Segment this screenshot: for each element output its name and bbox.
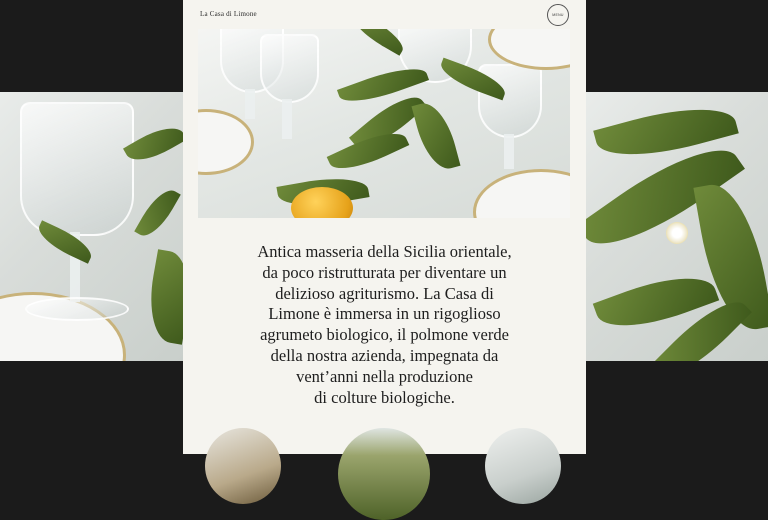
intro-line: Limone è immersa in un rigoglioso [268,304,501,324]
hero-image [198,29,570,218]
glass-stem [282,99,292,139]
site-header: La Casa di Limone MENU [183,0,586,29]
intro-line: Antica masseria della Sicilia orientale, [257,242,512,261]
intro-line: vent’anni nella produzione [296,366,473,386]
main-column: La Casa di Limone MENU Antica masseria d… [183,0,586,520]
menu-button[interactable]: MENU [547,4,569,26]
leaf-image [411,98,461,174]
blossom-image [666,222,688,244]
thumbnail-interior[interactable] [485,428,561,504]
side-photo-left [0,92,183,361]
glass-base [25,297,129,321]
intro-text: Antica masseria della Sicilia orientale,… [235,242,534,408]
glass-stem [245,89,255,119]
glass-image [260,34,319,103]
thumbnail-grove[interactable] [338,428,430,520]
glass-image [20,102,134,236]
leaf-image [142,249,183,345]
intro-line: agrumeto biologico, il polmone verde [260,325,509,345]
intro-line: da poco ristrutturata per diventare un [262,262,507,282]
glass-stem [504,134,514,169]
side-photo-right [586,92,768,361]
thumbnail-dining[interactable] [205,428,281,504]
intro-line: della nostra azienda, impegnata da [270,345,499,365]
intro-line: di colture biologiche. [314,387,455,407]
brand-logo[interactable]: La Casa di Limone [200,10,257,18]
leaf-image [134,183,181,243]
plate-image [473,169,570,218]
intro-line: delizioso agriturismo. La Casa di [275,283,494,303]
